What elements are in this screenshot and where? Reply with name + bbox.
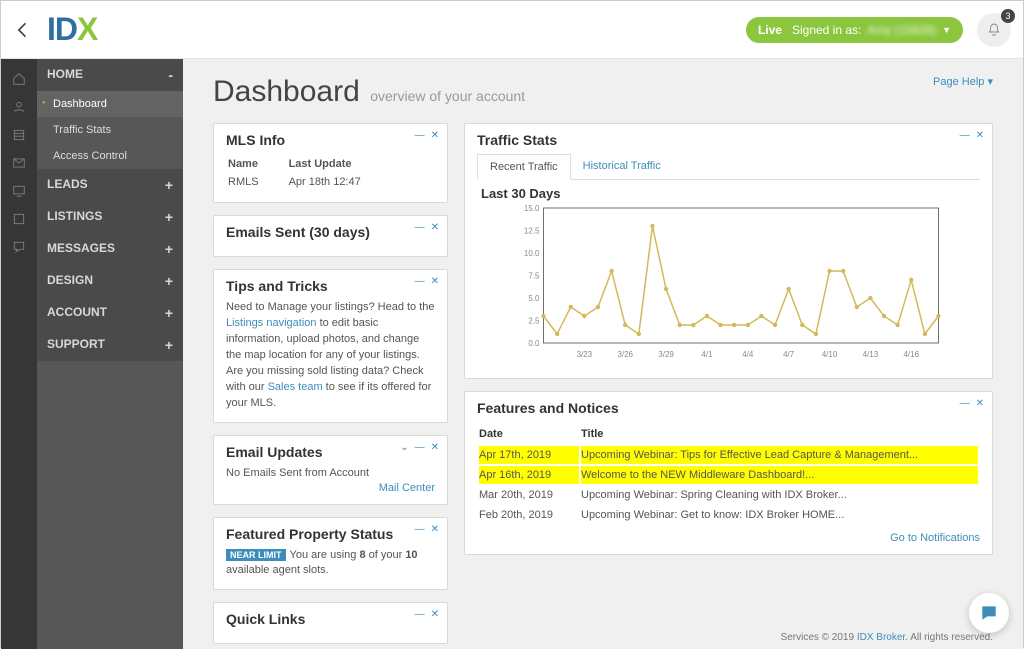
svg-text:3/23: 3/23: [577, 350, 593, 359]
page-subtitle: overview of your account: [370, 88, 525, 104]
go-to-notifications-link[interactable]: Go to Notifications: [890, 532, 980, 544]
tab-recent-traffic[interactable]: Recent Traffic: [477, 154, 571, 180]
collapse-icon[interactable]: —: [960, 130, 970, 141]
chevron-down-icon[interactable]: ⌄: [400, 442, 408, 453]
sidebar: HOME- Dashboard Traffic Stats Access Con…: [37, 59, 183, 649]
svg-text:5.0: 5.0: [528, 294, 540, 303]
close-icon[interactable]: ✕: [431, 130, 439, 141]
footer: Services © 2019 IDX Broker. All rights r…: [781, 632, 993, 643]
sidebar-item-access-control[interactable]: Access Control: [37, 143, 183, 169]
traffic-chart: 0.0 2.5 5.0 7.5 10.0 12.5 15.0 3/23 3/26 3/29 4/1 4…: [477, 203, 980, 363]
main-content: Page Help ▾ Dashboard overview of your a…: [183, 59, 1023, 649]
close-icon[interactable]: ✕: [431, 222, 439, 233]
sidebar-section-leads[interactable]: LEADS+: [37, 169, 183, 201]
page-help-link[interactable]: Page Help ▾: [933, 75, 993, 88]
sidebar-section-design[interactable]: DESIGN+: [37, 265, 183, 297]
sidebar-section-account[interactable]: ACCOUNT+: [37, 297, 183, 329]
near-limit-badge: NEAR LIMIT: [226, 549, 286, 561]
logo: IDX: [47, 11, 97, 48]
features-notices-card: —✕ Features and Notices DateTitle Apr 17…: [464, 391, 993, 555]
sidebar-section-messages[interactable]: MESSAGES+: [37, 233, 183, 265]
design-icon[interactable]: [1, 177, 37, 205]
card-title: Features and Notices: [477, 400, 980, 416]
notice-row[interactable]: Feb 20th, 2019Upcoming Webinar: Get to k…: [479, 506, 978, 524]
live-badge: Live: [758, 23, 782, 37]
tab-historical-traffic[interactable]: Historical Traffic: [571, 154, 673, 179]
svg-text:3/29: 3/29: [658, 350, 674, 359]
sidebar-section-listings[interactable]: LISTINGS+: [37, 201, 183, 233]
collapse-icon[interactable]: —: [415, 524, 425, 535]
sidebar-section-home[interactable]: HOME-: [37, 59, 183, 91]
svg-text:4/7: 4/7: [783, 350, 795, 359]
close-icon[interactable]: ✕: [431, 524, 439, 535]
listings-icon[interactable]: [1, 121, 37, 149]
sales-team-link[interactable]: Sales team: [268, 381, 323, 393]
chat-button[interactable]: [969, 593, 1009, 633]
collapse-icon[interactable]: —: [415, 222, 425, 233]
emails-sent-card: — ✕ Emails Sent (30 days): [213, 215, 448, 257]
sidebar-item-traffic-stats[interactable]: Traffic Stats: [37, 117, 183, 143]
notice-row[interactable]: Apr 17th, 2019Upcoming Webinar: Tips for…: [479, 446, 978, 464]
svg-text:7.5: 7.5: [528, 272, 540, 281]
notice-row[interactable]: Mar 20th, 2019Upcoming Webinar: Spring C…: [479, 486, 978, 504]
svg-text:4/16: 4/16: [903, 350, 919, 359]
card-title: Traffic Stats: [477, 132, 980, 148]
svg-text:2.5: 2.5: [528, 317, 540, 326]
sidebar-item-dashboard[interactable]: Dashboard: [37, 91, 183, 117]
card-title: Tips and Tricks: [226, 278, 435, 294]
svg-text:0.0: 0.0: [528, 339, 540, 348]
mail-center-link[interactable]: Mail Center: [379, 482, 435, 494]
notice-row[interactable]: Apr 16th, 2019Welcome to the NEW Middlew…: [479, 466, 978, 484]
traffic-stats-card: — ✕ Traffic Stats Recent Traffic Historic…: [464, 123, 993, 379]
close-icon[interactable]: ✕: [431, 442, 439, 453]
svg-text:3/26: 3/26: [617, 350, 633, 359]
sidebar-section-support[interactable]: SUPPORT+: [37, 329, 183, 361]
svg-text:4/1: 4/1: [701, 350, 713, 359]
svg-text:10.0: 10.0: [524, 249, 540, 258]
close-icon[interactable]: ✕: [431, 276, 439, 287]
svg-text:15.0: 15.0: [524, 204, 540, 213]
collapse-icon[interactable]: —: [415, 609, 425, 620]
account-icon[interactable]: [1, 205, 37, 233]
leads-icon[interactable]: [1, 93, 37, 121]
messages-icon[interactable]: [1, 149, 37, 177]
close-icon[interactable]: ✕: [431, 609, 439, 620]
listings-nav-link[interactable]: Listings navigation: [226, 317, 317, 329]
notification-count: 3: [1001, 9, 1015, 23]
collapse-icon[interactable]: —: [415, 276, 425, 287]
email-updates-card: ⌄—✕ Email Updates No Emails Sent from Ac…: [213, 435, 448, 505]
caret-down-icon: ▼: [942, 25, 951, 35]
mls-info-card: —✕ MLS Info NameLast Update RMLSApr 18th…: [213, 123, 448, 203]
account-pill[interactable]: Live Signed in as: Amy (15828) ▼: [746, 17, 963, 43]
featured-status-card: —✕ Featured Property Status NEAR LIMITYo…: [213, 517, 448, 591]
page-title: Dashboard: [213, 75, 360, 108]
card-title: Emails Sent (30 days): [226, 224, 435, 240]
card-body: No Emails Sent from Account: [226, 466, 435, 482]
idx-broker-link[interactable]: IDX Broker: [857, 632, 905, 643]
signed-in-label: Signed in as:: [792, 23, 861, 37]
svg-text:12.5: 12.5: [524, 227, 540, 236]
icon-rail: [1, 59, 37, 649]
close-icon[interactable]: ✕: [976, 398, 984, 409]
svg-text:4/10: 4/10: [822, 350, 838, 359]
collapse-icon[interactable]: —: [415, 130, 425, 141]
collapse-icon[interactable]: —: [415, 442, 425, 453]
user-name: Amy (15828): [867, 23, 936, 37]
back-button[interactable]: [13, 20, 33, 40]
quick-links-card: — ✕ Quick Links: [213, 602, 448, 644]
close-icon[interactable]: ✕: [976, 130, 984, 141]
notifications-button[interactable]: 3: [977, 13, 1011, 47]
card-title: Quick Links: [226, 611, 435, 627]
svg-text:4/13: 4/13: [863, 350, 879, 359]
support-icon[interactable]: [1, 233, 37, 261]
collapse-icon[interactable]: —: [960, 398, 970, 409]
svg-text:4/4: 4/4: [742, 350, 754, 359]
card-title: Featured Property Status: [226, 526, 435, 542]
card-title: MLS Info: [226, 132, 435, 148]
tips-card: —✕ Tips and Tricks Need to Manage your l…: [213, 269, 448, 423]
chart-title: Last 30 Days: [481, 186, 980, 201]
home-icon[interactable]: [1, 65, 37, 93]
